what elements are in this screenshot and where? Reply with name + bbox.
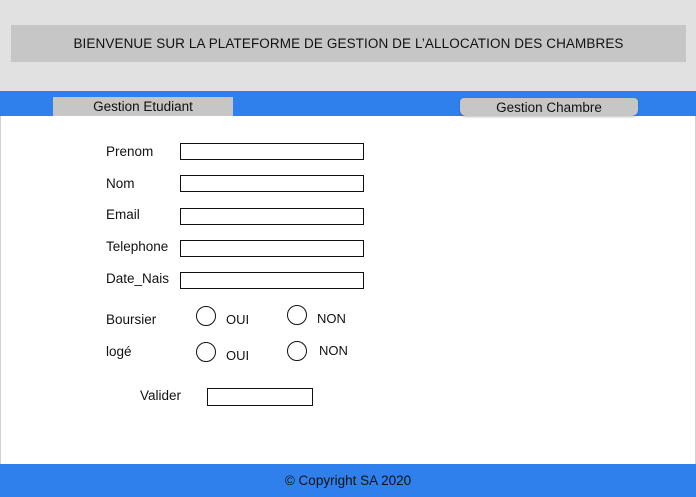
valider-label: Valider [140,388,182,403]
boursier-oui-label: OUI [226,312,250,327]
boursier-non-label: NON [317,311,346,326]
loge-oui-label: OUI [226,348,250,363]
tab-gestion-chambre[interactable]: Gestion Chambre [460,98,638,116]
nom-field[interactable] [180,175,364,192]
date-nais-label: Date_Nais [106,271,170,286]
prenom-label: Prenom [106,144,154,159]
banner-title: BIENVENUE SUR LA PLATEFORME DE GESTION D… [73,36,624,51]
header-area: BIENVENUE SUR LA PLATEFORME DE GESTION D… [0,0,696,91]
tab-gestion-etudiant[interactable]: Gestion Etudiant [53,97,233,116]
nom-label: Nom [106,176,135,191]
nav-bar: Gestion Etudiant Gestion Chambre [0,91,696,116]
tab-gestion-etudiant-label: Gestion Etudiant [93,99,193,114]
loge-non-radio[interactable] [287,341,307,361]
copyright-text: © Copyright SA 2020 [284,473,412,488]
welcome-banner: BIENVENUE SUR LA PLATEFORME DE GESTION D… [11,25,686,62]
prenom-field[interactable] [180,143,364,160]
boursier-oui-radio[interactable] [196,306,216,326]
boursier-label: Boursier [106,312,157,327]
email-label: Email [106,207,140,222]
valider-button[interactable] [207,388,313,406]
boursier-non-radio[interactable] [287,305,307,325]
footer: © Copyright SA 2020 [0,464,696,497]
date-nais-field[interactable] [180,272,364,289]
loge-non-label: NON [319,343,348,358]
loge-label: logé [106,344,132,359]
email-field[interactable] [180,208,364,225]
tab-gestion-chambre-label: Gestion Chambre [496,99,602,115]
telephone-field[interactable] [180,240,364,257]
loge-oui-radio[interactable] [196,342,216,362]
telephone-label: Telephone [106,239,169,254]
